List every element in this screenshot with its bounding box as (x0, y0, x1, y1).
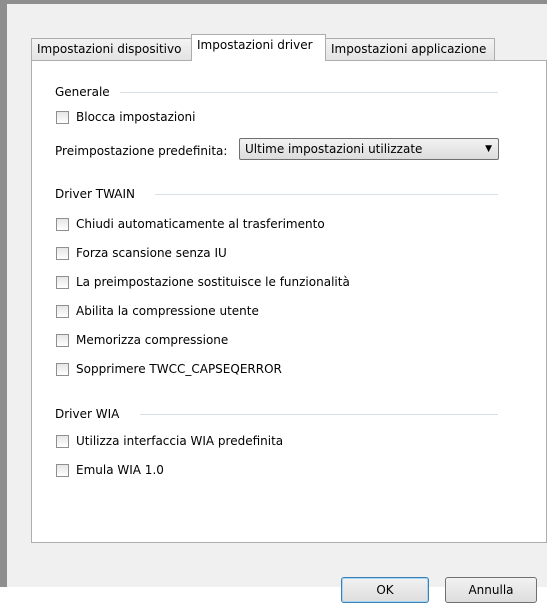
group-general-title: Generale (55, 85, 110, 99)
user-compression-checkbox[interactable] (56, 305, 69, 318)
emulate-wia-label: Emula WIA 1.0 (76, 463, 164, 477)
preset-overrides-checkbox[interactable] (56, 276, 69, 289)
suppress-capseqerror-checkbox[interactable] (56, 363, 69, 376)
cancel-button[interactable]: Annulla (445, 577, 537, 603)
default-preset-value: Ultime impostazioni utilizzate (245, 142, 423, 156)
preset-overrides-label: La preimpostazione sostituisce le funzio… (76, 275, 350, 289)
tab-device-settings[interactable]: Impostazioni dispositivo (31, 38, 192, 60)
auto-close-checkbox[interactable] (56, 218, 69, 231)
driver-settings-panel: Generale Blocca impostazioni Preimpostaz… (31, 60, 547, 543)
settings-dialog: Impostazioni dispositivo Impostazioni dr… (7, 4, 547, 603)
default-preset-select[interactable]: Ultime impostazioni utilizzate ▼ (239, 138, 499, 160)
lock-settings-label: Blocca impostazioni (76, 110, 196, 124)
group-general-divider (120, 92, 498, 93)
window-frame-left (0, 0, 7, 587)
store-compression-checkbox[interactable] (56, 334, 69, 347)
force-no-ui-checkbox[interactable] (56, 247, 69, 260)
suppress-capseqerror-label: Sopprimere TWCC_CAPSEQERROR (76, 362, 282, 376)
wia-default-interface-checkbox[interactable] (56, 435, 69, 448)
wia-default-interface-label: Utilizza interfaccia WIA predefinita (76, 434, 284, 448)
auto-close-label: Chiudi automaticamente al trasferimento (76, 217, 325, 231)
force-no-ui-label: Forza scansione senza IU (76, 246, 227, 260)
emulate-wia-checkbox[interactable] (56, 464, 69, 477)
group-twain-title: Driver TWAIN (55, 187, 136, 201)
store-compression-label: Memorizza compressione (76, 333, 229, 347)
user-compression-label: Abilita la compressione utente (76, 304, 259, 318)
group-wia-divider (140, 414, 498, 415)
dropdown-arrow-icon: ▼ (485, 144, 492, 154)
ok-button[interactable]: OK (341, 577, 429, 603)
lock-settings-checkbox[interactable] (56, 111, 69, 124)
default-preset-label: Preimpostazione predefinita: (55, 144, 228, 158)
group-twain-divider (155, 194, 498, 195)
tab-application-settings[interactable]: Impostazioni applicazione (325, 38, 495, 60)
tab-driver-settings[interactable]: Impostazioni driver (191, 34, 326, 61)
group-wia-title: Driver WIA (55, 407, 120, 421)
